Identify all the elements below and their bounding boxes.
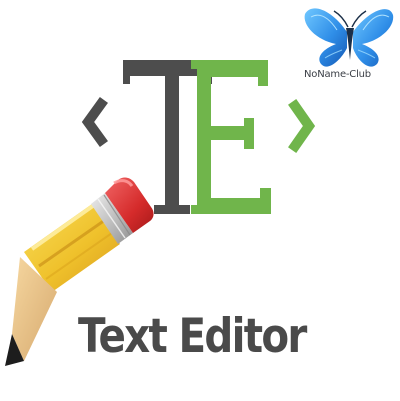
text-editor-logo-canvas: NoName-Club Text Editor <box>0 0 400 401</box>
page-title: Text Editor <box>78 309 307 364</box>
logo-letter-e <box>191 60 271 214</box>
right-angle-bracket-icon <box>288 99 316 153</box>
left-angle-bracket-icon <box>81 97 108 147</box>
butterfly-icon <box>304 8 394 67</box>
watermark-text: NoName-Club <box>304 69 371 80</box>
